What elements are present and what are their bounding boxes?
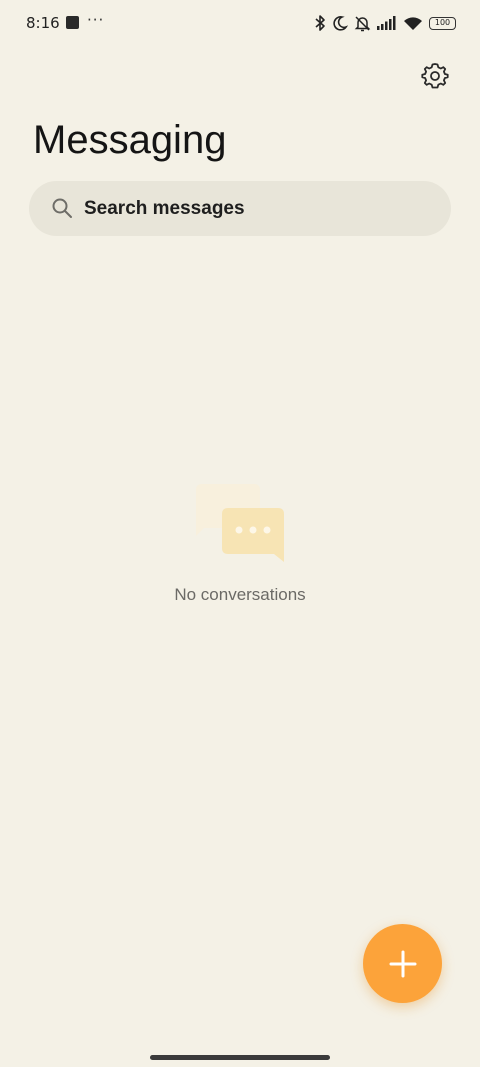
more-notifications-icon: ··· xyxy=(87,11,105,29)
app-notification-icon xyxy=(66,16,79,29)
status-icons: 100 xyxy=(314,13,456,33)
plus-icon xyxy=(389,950,416,977)
status-bar: 8:16 ··· 100 xyxy=(0,0,480,46)
new-conversation-button[interactable] xyxy=(363,924,442,1003)
search-bar[interactable]: Search messages xyxy=(29,181,451,236)
settings-button[interactable] xyxy=(418,58,452,92)
gear-icon xyxy=(421,63,449,89)
empty-state-message: No conversations xyxy=(174,585,306,604)
moon-icon xyxy=(332,15,348,31)
bell-off-icon xyxy=(354,15,371,32)
search-input[interactable]: Search messages xyxy=(84,181,245,236)
messaging-screen: 8:16 ··· 100 Messaging Search messages N… xyxy=(0,0,480,1067)
wifi-icon xyxy=(403,16,423,31)
chat-bubbles-icon xyxy=(196,484,284,562)
navigation-handle[interactable] xyxy=(150,1055,330,1060)
battery-icon: 100 xyxy=(429,16,456,30)
search-icon xyxy=(52,198,72,218)
page-title: Messaging xyxy=(33,118,227,162)
status-time: 8:16 xyxy=(26,14,60,32)
bluetooth-icon xyxy=(314,14,326,32)
signal-icon xyxy=(377,16,397,30)
